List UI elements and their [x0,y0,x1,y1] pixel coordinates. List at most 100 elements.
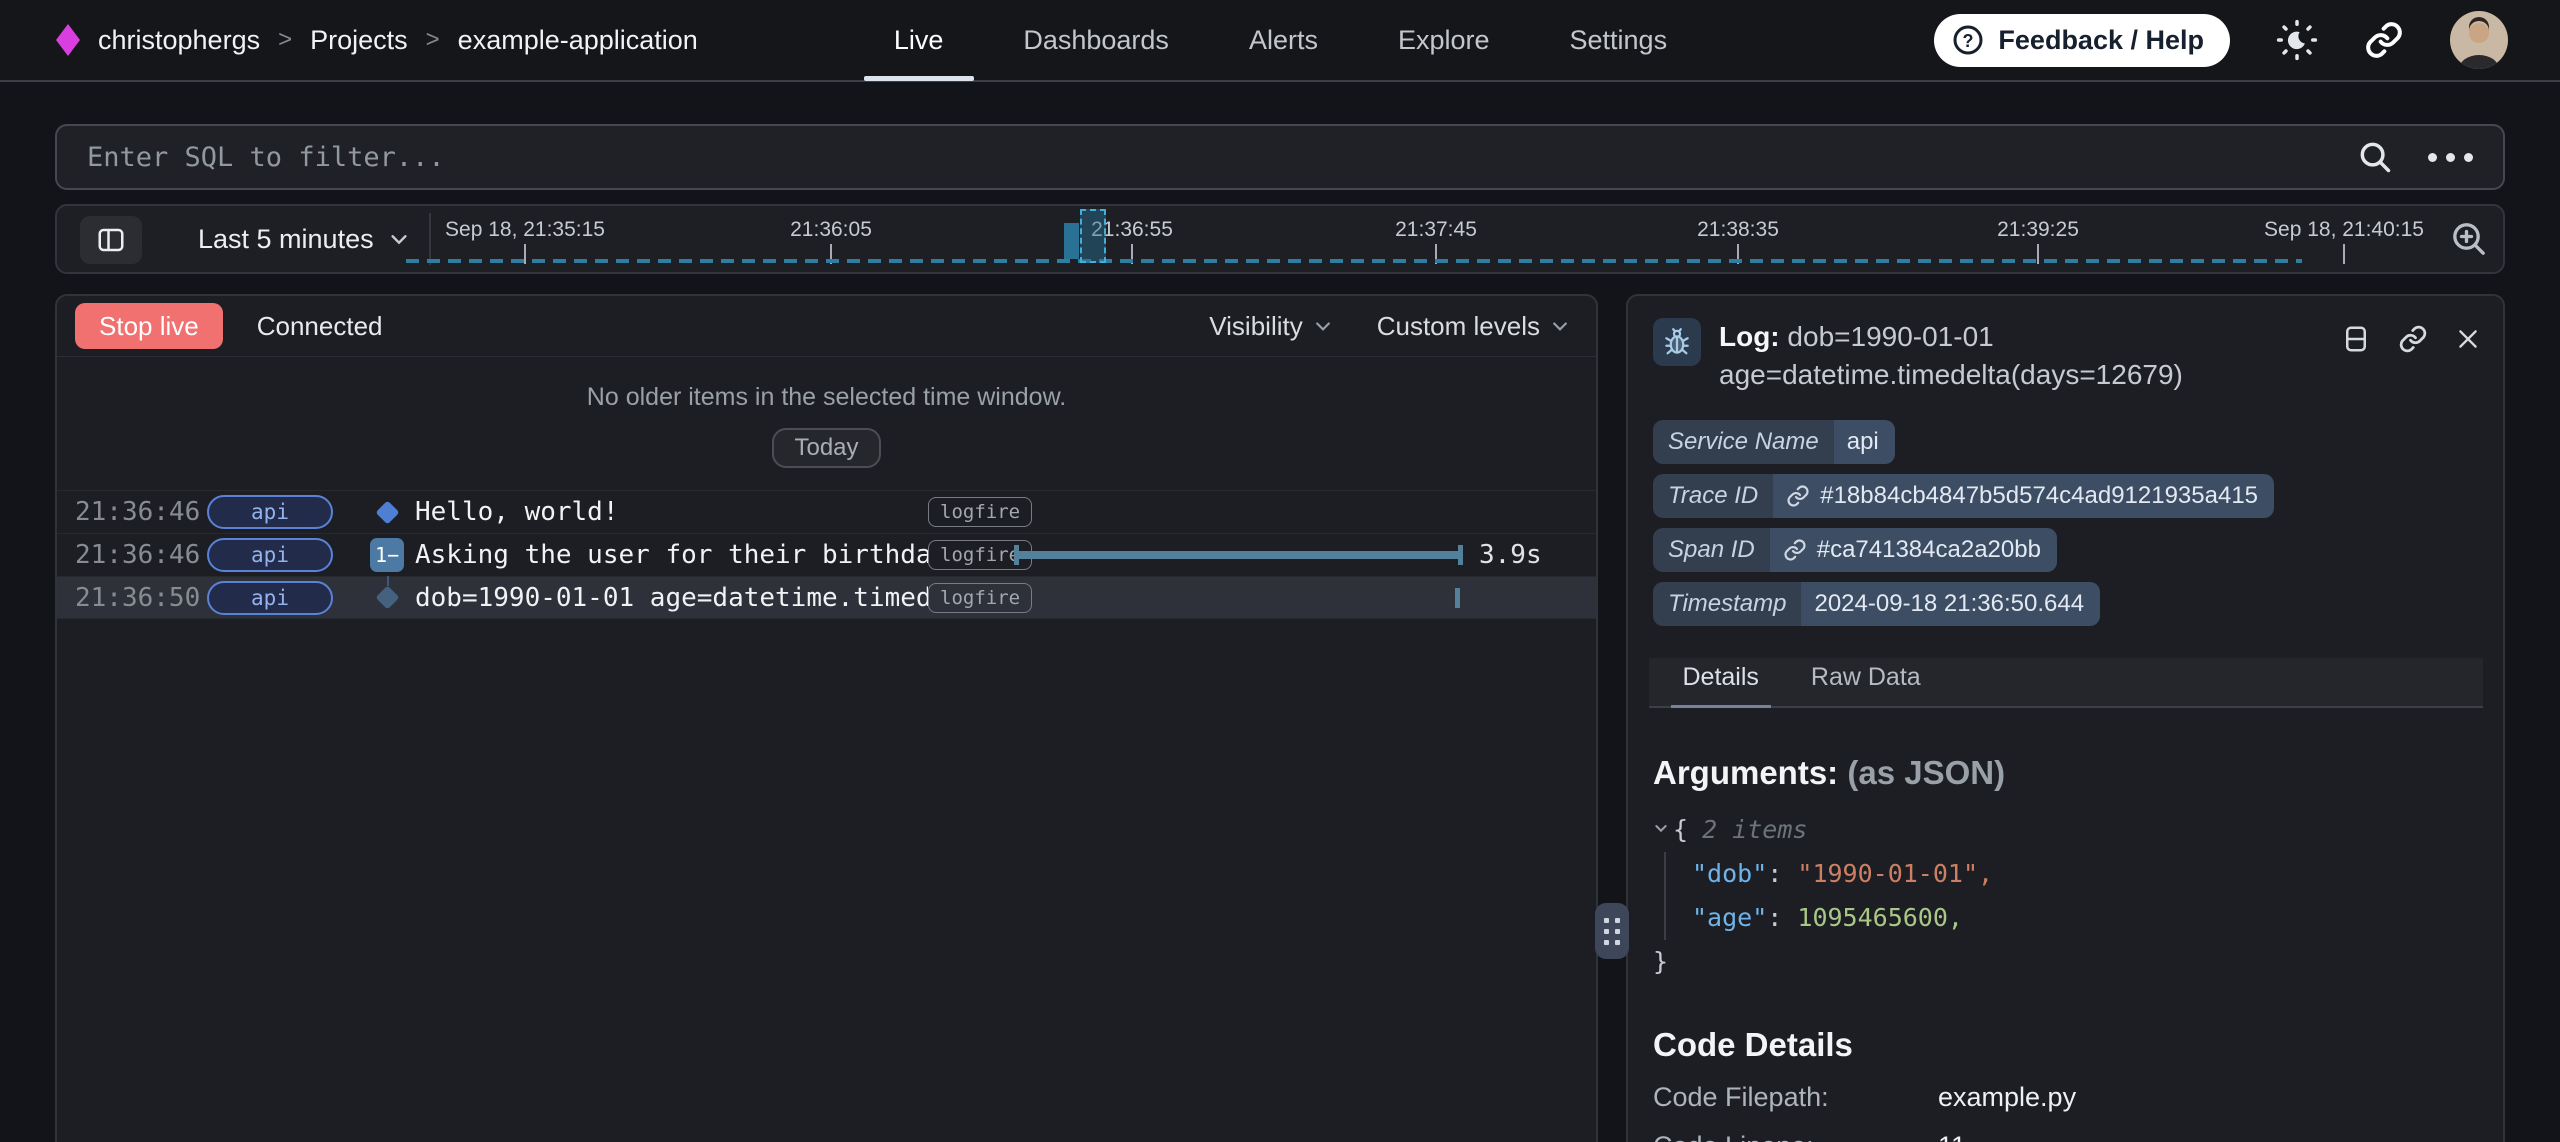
log-details-panel: Log: dob=1990-01-01 age=datetime.timedel… [1626,294,2505,1142]
arguments-heading-text: Arguments: [1653,754,1838,791]
timeline-tick-label: 21:37:45 [1395,218,1477,242]
json-key: "dob" [1692,859,1767,888]
empty-window-message: No older items in the selected time wind… [57,383,1596,412]
log-row[interactable]: 21:36:46 api 1− Asking the user for thei… [57,533,1596,576]
log-level-diamond-icon [375,585,399,609]
details-title-line2: age=datetime.timedelta(days=12679) [1719,356,2319,394]
timeline-selection-region[interactable] [1080,209,1106,263]
timeline-zoom-in-button[interactable] [2449,219,2489,262]
theme-toggle-button[interactable] [2276,19,2318,61]
json-root-line[interactable]: {2 items [1653,808,2503,852]
service-name-badge[interactable]: Service Name api [1653,420,1895,464]
timeline-tick-label: Sep 18, 21:35:15 [445,218,605,242]
json-body: "dob": "1990-01-01", "age": 1095465600, [1664,852,2503,940]
panel-resize-handle[interactable] [1595,903,1629,959]
live-log-toolbar: Stop live Connected Visibility Custom le… [57,296,1596,357]
tab-details[interactable]: Details [1683,663,1759,706]
chevron-down-icon [1313,316,1333,336]
breadcrumb-project-name[interactable]: example-application [458,25,698,56]
search-icon[interactable] [2356,138,2394,176]
details-tab-bar: Details Raw Data [1649,658,2483,708]
json-line-dob: "dob": "1990-01-01", [1692,852,2503,896]
badge-value: api [1834,420,1895,464]
zoom-in-icon [2449,219,2489,259]
sidebar-toggle-button[interactable] [80,216,142,264]
split-view-button[interactable] [2341,322,2371,356]
tab-settings[interactable]: Settings [1570,0,1668,81]
code-lineno-value: 11 [1938,1131,1966,1142]
tab-raw-data[interactable]: Raw Data [1811,663,1921,706]
breadcrumb: christophergs > Projects > example-appli… [98,25,698,56]
connection-status: Connected [257,311,383,342]
code-details-heading: Code Details [1653,1026,2503,1064]
code-lineno-row: Code Lineno: 11 [1653,1131,2503,1142]
timeline-activity-bar[interactable] [1064,223,1079,259]
breadcrumb-projects[interactable]: Projects [310,25,408,56]
span-id-badge[interactable]: Span ID #ca741384ca2a20bb [1653,528,2057,572]
tree-connector-line [387,576,389,586]
span-duration-bar[interactable] [1014,545,1463,565]
time-range-dropdown[interactable]: Last 5 minutes [198,206,410,272]
log-row-selected[interactable]: 21:36:50 api dob=1990-01-01 age=datetime… [57,576,1596,619]
badge-label: Span ID [1653,528,1770,572]
trace-id-badge[interactable]: Trace ID #18b84cb4847b5d574c4ad9121935a4… [1653,474,2274,518]
breadcrumb-org[interactable]: christophergs [98,25,260,56]
theme-toggle-icon [2276,19,2318,61]
timeline-activity-baseline[interactable] [406,259,2302,263]
tab-live[interactable]: Live [894,0,944,81]
visibility-dropdown[interactable]: Visibility [1209,311,1332,342]
tab-alerts[interactable]: Alerts [1249,0,1318,81]
service-pill[interactable]: api [207,538,333,572]
stop-live-button[interactable]: Stop live [75,303,223,349]
log-row[interactable]: 21:36:46 api Hello, world! logfire [57,490,1596,533]
chevron-down-icon [1550,316,1570,336]
custom-levels-label: Custom levels [1377,311,1540,342]
timestamp-badge[interactable]: Timestamp 2024-09-18 21:36:50.644 [1653,582,2100,626]
badge-label: Timestamp [1653,582,1801,626]
live-log-panel: Stop live Connected Visibility Custom le… [55,294,1598,1142]
sql-filter-bar [55,124,2505,190]
logo-diamond-icon [56,24,80,56]
span-track [1014,576,1584,619]
split-view-icon [2341,324,2371,354]
details-title: Log: dob=1990-01-01 age=datetime.timedel… [1719,318,2319,394]
close-details-button[interactable] [2455,322,2481,356]
json-colon: : [1767,859,1782,888]
custom-levels-dropdown[interactable]: Custom levels [1377,311,1570,342]
tab-dashboards[interactable]: Dashboards [1023,0,1169,81]
json-close-brace: } [1653,947,1668,976]
logfire-logo[interactable] [56,24,80,56]
collapse-caret-icon[interactable] [1653,820,1673,836]
feedback-help-button[interactable]: ? Feedback / Help [1934,14,2230,67]
copy-link-button[interactable] [2398,322,2428,356]
timeline-tick-mark [2343,244,2345,264]
badge-label: Service Name [1653,420,1834,464]
svg-text:?: ? [1963,31,1974,51]
divider [429,213,431,265]
log-level-diamond-icon [375,500,399,524]
json-line-age: "age": 1095465600, [1692,896,2503,940]
code-filepath-label: Code Filepath: [1653,1082,1938,1113]
collapse-children-badge[interactable]: 1− [370,538,404,572]
sql-filter-input[interactable] [87,142,2356,173]
json-string-value: "1990-01-01", [1797,859,1993,888]
service-pill[interactable]: api [207,581,333,615]
user-avatar[interactable] [2450,11,2508,69]
time-range-label: Last 5 minutes [198,224,374,255]
span-track: 3.9s [1014,534,1584,577]
service-pill[interactable]: api [207,495,333,529]
top-header: christophergs > Projects > example-appli… [0,0,2560,82]
badge-value: 2024-09-18 21:36:50.644 [1801,582,2100,626]
today-button[interactable]: Today [772,428,880,468]
breadcrumb-separator: > [278,26,292,54]
json-viewer: {2 items "dob": "1990-01-01", "age": 109… [1653,808,2503,984]
share-link-icon [2364,20,2404,60]
share-link-button[interactable] [2364,20,2404,60]
timeline-tick-label: 21:39:25 [1997,218,2079,242]
details-title-line1: dob=1990-01-01 [1787,321,1993,352]
panel-toggle-icon [96,225,126,255]
main-nav: Live Dashboards Alerts Explore Settings [894,0,1667,81]
tab-explore[interactable]: Explore [1398,0,1490,81]
link-icon [1783,538,1807,562]
filter-more-menu-icon[interactable] [2428,153,2473,162]
